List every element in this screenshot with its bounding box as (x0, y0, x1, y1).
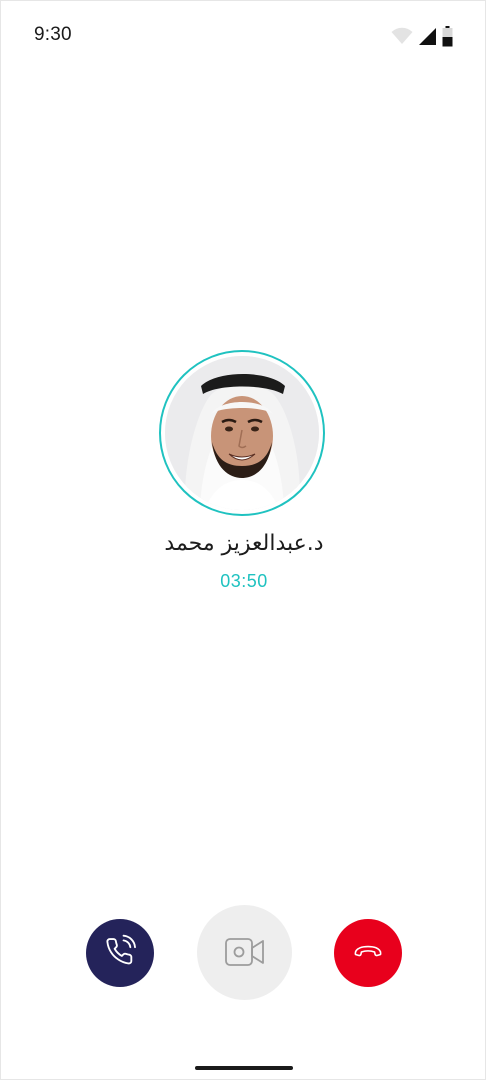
status-icons (391, 25, 453, 47)
call-screen: 9:30 د.عبدالعزيز محمد 03:50 (0, 0, 486, 1080)
call-timer: 03:50 (220, 571, 268, 591)
phone-ringing-icon (103, 934, 137, 972)
video-camera-icon (224, 933, 266, 973)
battery-icon (442, 25, 453, 47)
status-time: 9:30 (34, 24, 72, 45)
caller-name: د.عبدالعزيز محمد (164, 531, 324, 556)
cellular-signal-icon (418, 27, 437, 46)
hang-up-icon (353, 943, 383, 963)
wifi-icon (391, 27, 413, 45)
caller-avatar (165, 356, 319, 510)
video-call-button[interactable] (197, 905, 292, 1000)
voice-call-button[interactable] (86, 919, 154, 987)
avatar-ring (159, 350, 325, 516)
end-call-button[interactable] (334, 919, 402, 987)
home-indicator[interactable] (195, 1066, 293, 1070)
